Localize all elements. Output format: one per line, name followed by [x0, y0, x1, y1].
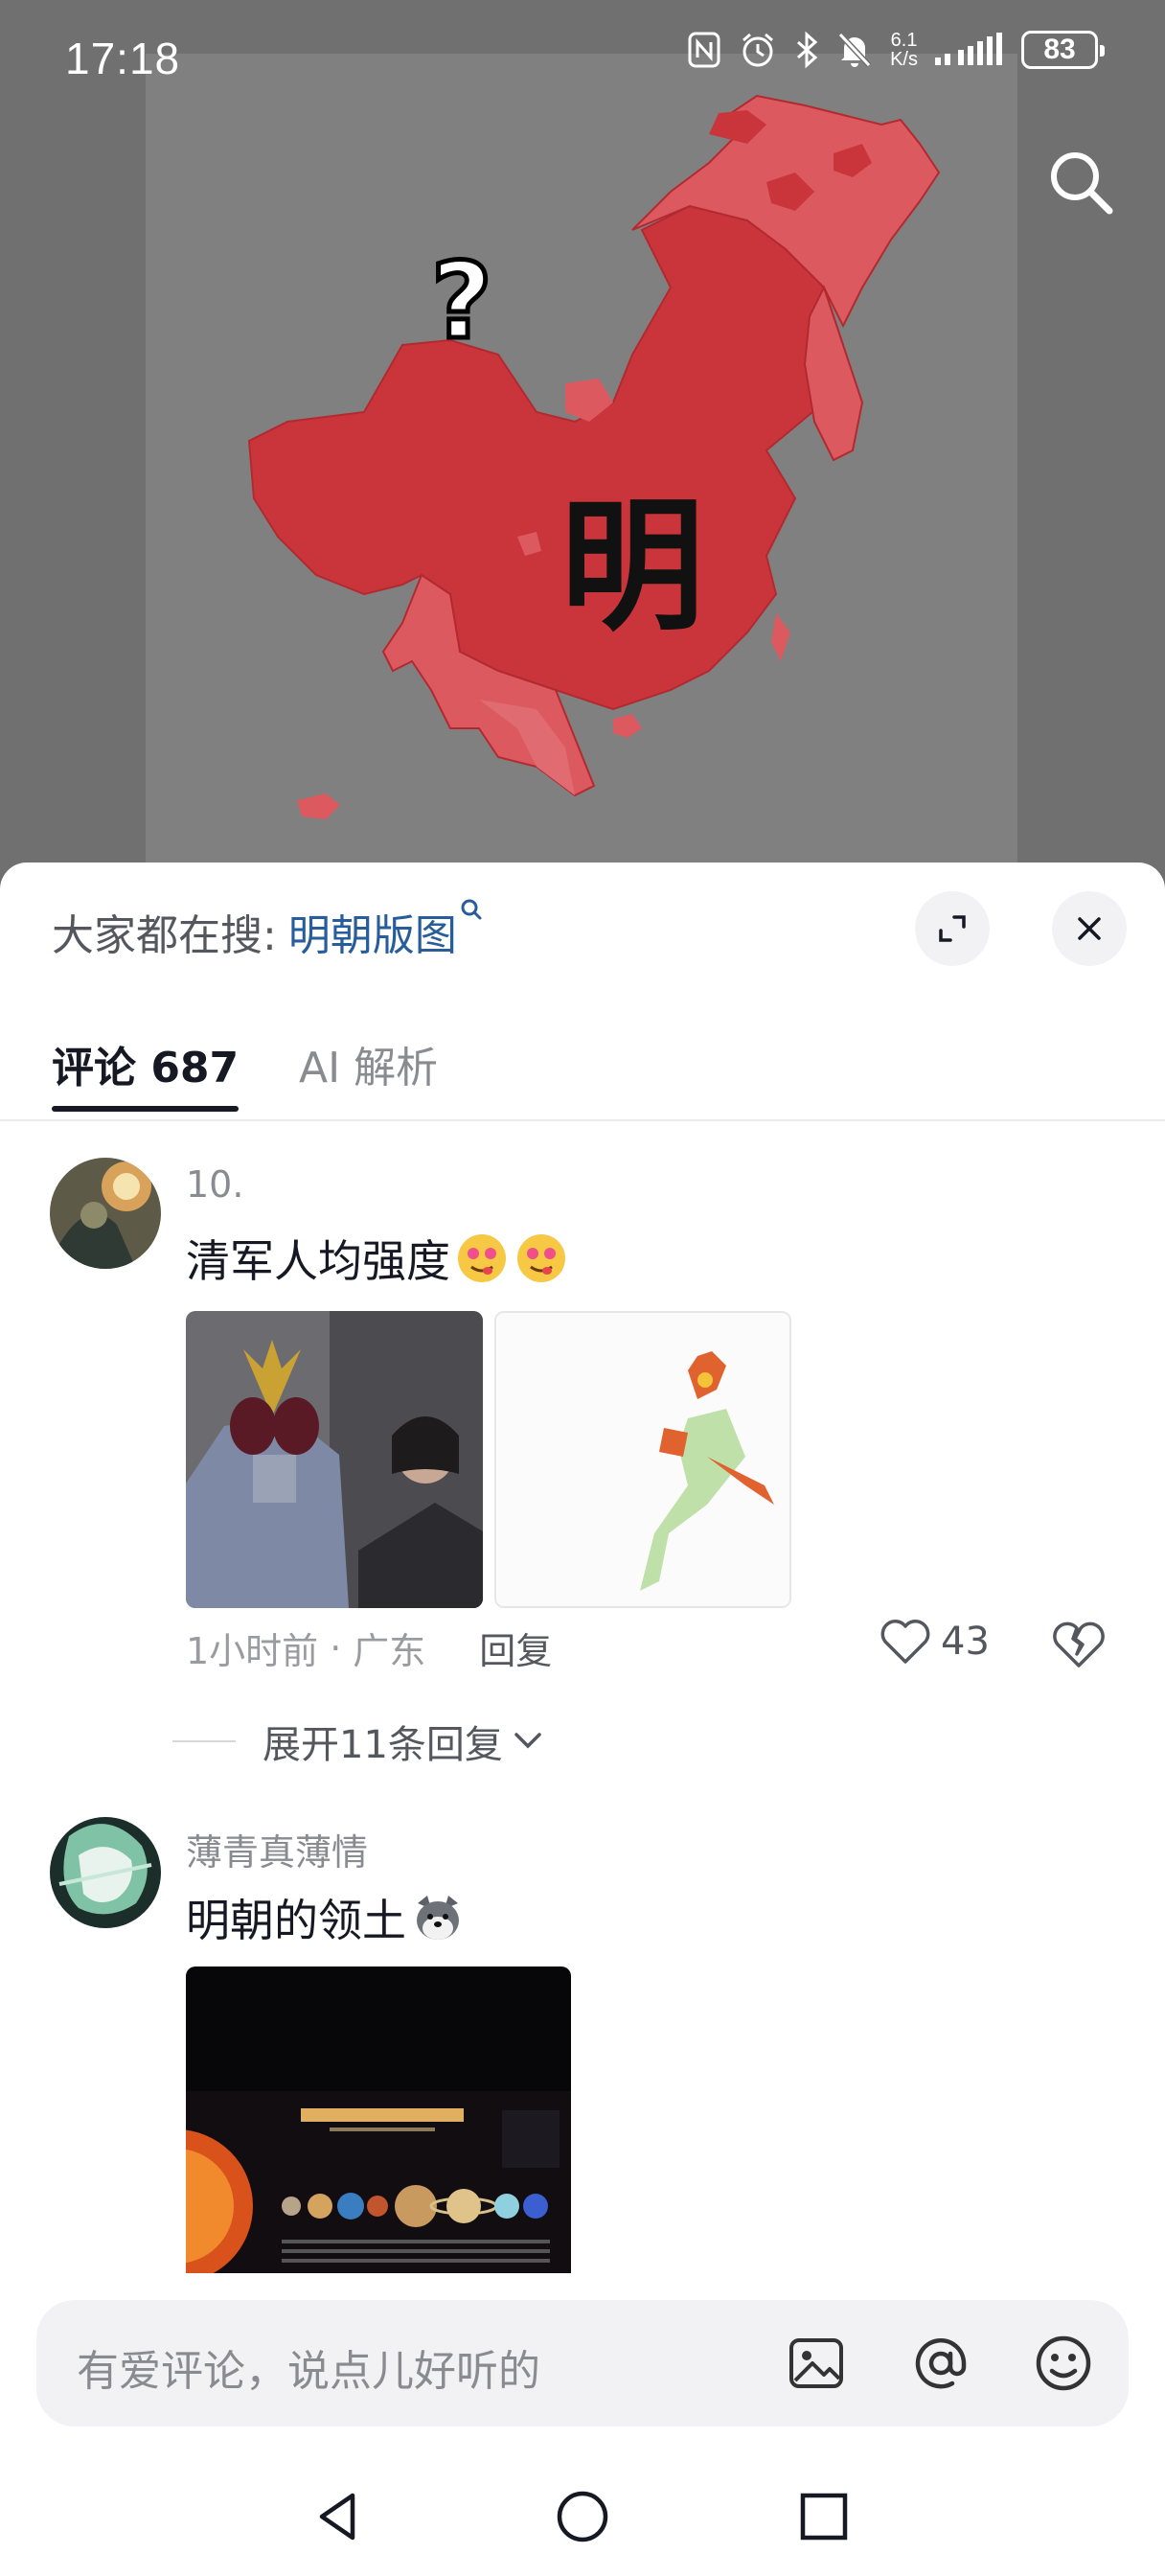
close-panel-button[interactable]	[1052, 891, 1127, 966]
home-icon[interactable]	[552, 2486, 613, 2547]
nfc-icon	[688, 32, 720, 68]
battery-indicator: 83	[1021, 31, 1105, 69]
divider-line	[172, 1740, 236, 1742]
search-icon[interactable]	[1042, 144, 1119, 220]
status-bar: 17:18 6.1 K/s 83	[0, 0, 1165, 115]
avatar[interactable]	[50, 1817, 161, 1928]
map-label: 明	[560, 482, 705, 651]
meta-separator: ·	[330, 1626, 342, 1669]
alarm-icon	[742, 33, 774, 67]
comment-location: 广东	[353, 1630, 426, 1672]
close-icon	[1078, 917, 1101, 940]
drooling-emoji-icon	[517, 1234, 565, 1282]
comment-image[interactable]	[186, 1311, 483, 1608]
system-nav-bar	[0, 2453, 1165, 2576]
heart-icon	[880, 1620, 930, 1664]
status-time: 17:18	[65, 34, 181, 83]
comment-time: 1小时前	[186, 1630, 319, 1672]
comment-item: 10. 清军人均强度 1小时前 · 广东 回复 43	[0, 1158, 1165, 1694]
comment-item: 薄青真薄情 明朝的领土	[0, 1817, 1165, 2273]
mute-icon	[837, 32, 872, 68]
map-question-mark: ?	[429, 238, 495, 365]
reply-button[interactable]: 回复	[479, 1622, 552, 1674]
comment-image[interactable]	[186, 1966, 571, 2273]
hot-search-keyword-link[interactable]: 明朝版图	[288, 899, 484, 962]
like-count: 43	[941, 1620, 990, 1664]
video-area[interactable]: ? 明 17:18 6.1 K/s 83	[0, 0, 1165, 872]
back-icon[interactable]	[308, 2486, 370, 2547]
comment-input-bar[interactable]: 有爱评论，说点儿好听的	[36, 2300, 1129, 2426]
comment-input-placeholder[interactable]: 有爱评论，说点儿好听的	[77, 2336, 540, 2398]
emoji-icon[interactable]	[1029, 2329, 1098, 2398]
hot-search-prefix: 大家都在搜:	[52, 911, 277, 960]
search-icon	[461, 899, 482, 920]
comment-username[interactable]: 薄青真薄情	[186, 1823, 368, 1875]
hot-search[interactable]: 大家都在搜: 明朝版图	[52, 899, 484, 962]
expand-replies-button[interactable]: 展开11条回复	[172, 1714, 547, 1769]
ming-dynasty-map	[247, 94, 941, 819]
comment-text: 明朝的领土	[186, 1886, 466, 1949]
recents-icon[interactable]	[793, 2486, 855, 2547]
comment-username[interactable]: 10.	[186, 1163, 243, 1206]
status-icons: 6.1 K/s 83	[687, 30, 1105, 70]
tab-ai-analysis[interactable]: AI 解析	[299, 1033, 438, 1094]
expand-icon	[939, 915, 966, 942]
image-icon[interactable]	[782, 2329, 851, 2398]
doge-emoji-icon	[417, 1896, 459, 1940]
comment-text: 清军人均强度	[186, 1227, 569, 1290]
at-icon[interactable]	[906, 2329, 975, 2398]
tab-comments[interactable]: 评论 687	[52, 1033, 240, 1112]
expand-panel-button[interactable]	[915, 891, 990, 966]
comment-meta: 1小时前 · 广东 回复	[186, 1622, 552, 1674]
broken-heart-icon[interactable]	[1052, 1620, 1106, 1669]
signal-icon	[935, 33, 1002, 65]
drooling-emoji-icon	[458, 1234, 506, 1282]
net-speed: 6.1 K/s	[890, 30, 918, 70]
avatar[interactable]	[50, 1158, 161, 1269]
chevron-down-icon	[514, 1733, 541, 1749]
panel-tabs: 评论 687 AI 解析	[0, 1016, 1165, 1121]
comment-image[interactable]	[494, 1311, 791, 1608]
bluetooth-icon	[797, 31, 818, 69]
like-button[interactable]: 43	[879, 1618, 990, 1666]
